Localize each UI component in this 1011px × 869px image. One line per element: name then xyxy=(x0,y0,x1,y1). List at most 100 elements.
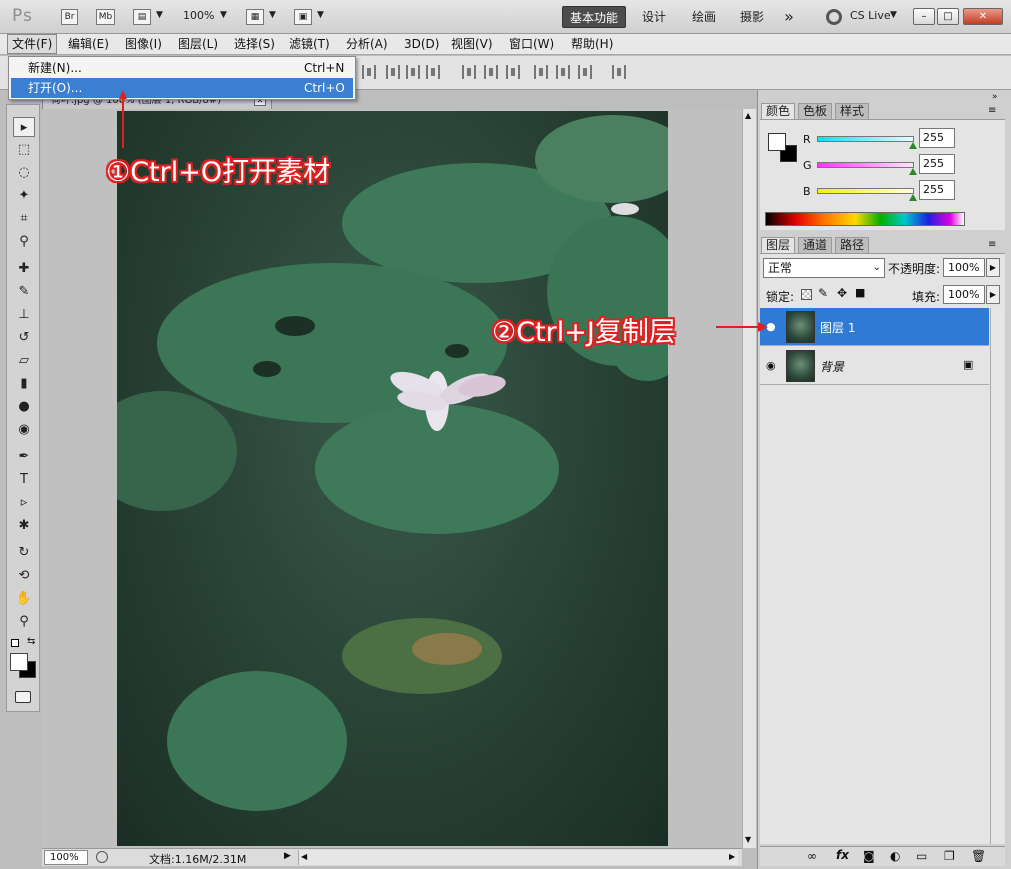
brush-tool-icon[interactable]: ✎ xyxy=(13,282,35,302)
healing-brush-tool-icon[interactable]: ✚ xyxy=(13,259,35,279)
chevron-down-icon[interactable]: ▼ xyxy=(890,10,897,20)
type-tool-icon[interactable]: T xyxy=(13,470,35,490)
adjustment-layer-icon[interactable]: ◐ xyxy=(890,849,900,863)
menu-edit[interactable]: 编辑(E) xyxy=(64,34,113,54)
clone-stamp-tool-icon[interactable]: ⊥ xyxy=(13,305,35,325)
swap-colors-icon[interactable]: ⇆ xyxy=(27,636,35,647)
tab-paths[interactable]: 路径 xyxy=(835,237,870,253)
move-tool-icon[interactable]: ▸ xyxy=(13,117,35,137)
menu-item-new[interactable]: 新建(N)... Ctrl+N xyxy=(11,58,353,78)
tab-channels[interactable]: 通道 xyxy=(798,237,833,253)
new-layer-icon[interactable]: ❐ xyxy=(944,849,955,863)
lock-transparency-icon[interactable] xyxy=(801,289,812,300)
blur-tool-icon[interactable]: ● xyxy=(13,397,35,417)
distribute-right-icon[interactable] xyxy=(578,65,592,79)
layer-style-icon[interactable]: fx xyxy=(836,848,849,862)
close-window-button[interactable]: ✕ xyxy=(963,8,1003,25)
menu-filter[interactable]: 滤镜(T) xyxy=(285,34,334,54)
gradient-tool-icon[interactable]: ▮ xyxy=(13,374,35,394)
cs-live-icon[interactable] xyxy=(826,9,842,25)
crop-tool-icon[interactable]: ⌗ xyxy=(13,209,35,229)
blue-value-field[interactable]: 255 xyxy=(919,180,955,200)
workspace-painting[interactable]: 绘画 xyxy=(686,6,722,28)
fill-arrow-icon[interactable]: ▶ xyxy=(986,285,1000,304)
blue-slider[interactable] xyxy=(817,188,914,194)
lock-position-icon[interactable]: ✥ xyxy=(837,286,847,300)
arrange-documents-icon[interactable]: ▦ xyxy=(246,9,264,25)
quick-mask-icon[interactable] xyxy=(15,691,31,703)
tab-swatches[interactable]: 色板 xyxy=(798,103,833,119)
dodge-tool-icon[interactable]: ◉ xyxy=(13,420,35,440)
shape-tool-icon[interactable]: ✱ xyxy=(13,516,35,536)
green-slider[interactable] xyxy=(817,162,914,168)
menu-file[interactable]: 文件(F) xyxy=(7,34,58,54)
chevron-down-icon[interactable]: ▼ xyxy=(269,10,276,20)
tab-color[interactable]: 颜色 xyxy=(761,103,796,119)
chevron-right-icon[interactable]: ▶ xyxy=(729,852,735,861)
eraser-tool-icon[interactable]: ▱ xyxy=(13,351,35,371)
slider-knob[interactable] xyxy=(909,168,917,175)
chevron-down-icon[interactable]: ▼ xyxy=(745,835,751,844)
workspace-photography[interactable]: 摄影 xyxy=(734,6,770,28)
canvas-image[interactable] xyxy=(117,111,668,846)
vertical-scrollbar[interactable]: ▲ ▼ xyxy=(742,109,756,848)
green-value-field[interactable]: 255 xyxy=(919,154,955,174)
marquee-tool-icon[interactable]: ⬚ xyxy=(13,140,35,160)
chevron-down-icon[interactable]: ▼ xyxy=(156,10,163,20)
view-extras-icon[interactable]: ▤ xyxy=(133,9,151,25)
maximize-button[interactable]: □ xyxy=(937,8,959,25)
distribute-left-icon[interactable] xyxy=(534,65,548,79)
distribute-hcenter-icon[interactable] xyxy=(556,65,570,79)
menu-select[interactable]: 选择(S) xyxy=(230,34,279,54)
panel-menu-icon[interactable]: ≡ xyxy=(988,239,996,250)
color-fg-swatch[interactable] xyxy=(768,133,786,151)
chevron-down-icon[interactable]: ▼ xyxy=(220,10,227,20)
zoom-level[interactable]: 100% xyxy=(183,9,214,22)
align-top-icon[interactable] xyxy=(362,65,376,79)
workspace-essentials[interactable]: 基本功能 xyxy=(562,6,626,28)
status-info-icon[interactable] xyxy=(96,851,108,863)
menu-layer[interactable]: 图层(L) xyxy=(174,34,222,54)
panel-menu-icon[interactable]: ≡ xyxy=(988,105,996,116)
slider-knob[interactable] xyxy=(909,142,917,149)
opacity-arrow-icon[interactable]: ▶ xyxy=(986,258,1000,277)
magic-wand-tool-icon[interactable]: ✦ xyxy=(13,186,35,206)
menu-item-open[interactable]: 打开(O)... Ctrl+O xyxy=(11,78,353,98)
color-spectrum-bar[interactable] xyxy=(765,212,965,226)
delete-layer-icon[interactable]: 🗑 xyxy=(971,849,986,863)
history-brush-tool-icon[interactable]: ↺ xyxy=(13,328,35,348)
horizontal-scrollbar[interactable]: ◀ ▶ xyxy=(298,850,738,865)
path-selection-tool-icon[interactable]: ▹ xyxy=(13,493,35,513)
chevron-up-icon[interactable]: ▲ xyxy=(745,111,751,120)
more-workspaces-button[interactable]: » xyxy=(778,6,800,28)
default-colors-icon[interactable] xyxy=(11,639,19,647)
link-layers-icon[interactable]: ∞ xyxy=(807,849,817,863)
opacity-field[interactable]: 100% xyxy=(943,258,985,277)
status-menu-arrow-icon[interactable]: ▶ xyxy=(284,851,291,861)
workspace-design[interactable]: 设计 xyxy=(636,6,672,28)
3d-orbit-tool-icon[interactable]: ⟲ xyxy=(13,566,35,586)
menu-image[interactable]: 图像(I) xyxy=(121,34,166,54)
hand-tool-icon[interactable]: ✋ xyxy=(13,589,35,609)
menu-help[interactable]: 帮助(H) xyxy=(567,34,617,54)
lock-all-icon[interactable]: ■ xyxy=(855,286,865,299)
panel-collapse-icon[interactable]: » xyxy=(992,92,998,102)
red-value-field[interactable]: 255 xyxy=(919,128,955,148)
tab-layers[interactable]: 图层 xyxy=(761,237,796,253)
3d-rotate-tool-icon[interactable]: ↻ xyxy=(13,543,35,563)
minimize-button[interactable]: – xyxy=(913,8,935,25)
layers-scrollbar[interactable] xyxy=(990,308,1004,844)
bridge-button[interactable]: Br xyxy=(61,9,78,25)
red-slider[interactable] xyxy=(817,136,914,142)
slider-knob[interactable] xyxy=(909,194,917,201)
fill-field[interactable]: 100% xyxy=(943,285,985,304)
distribute-bottom-icon[interactable] xyxy=(506,65,520,79)
distribute-top-icon[interactable] xyxy=(462,65,476,79)
distribute-vcenter-icon[interactable] xyxy=(484,65,498,79)
visibility-eye-icon[interactable]: ◉ xyxy=(766,359,776,372)
layer-row[interactable]: ● 图层 1 xyxy=(760,308,989,346)
chevron-down-icon[interactable]: ▼ xyxy=(317,10,324,20)
menu-view[interactable]: 视图(V) xyxy=(447,34,497,54)
zoom-tool-icon[interactable]: ⚲ xyxy=(13,612,35,632)
cs-live-label[interactable]: CS Live xyxy=(850,9,891,22)
